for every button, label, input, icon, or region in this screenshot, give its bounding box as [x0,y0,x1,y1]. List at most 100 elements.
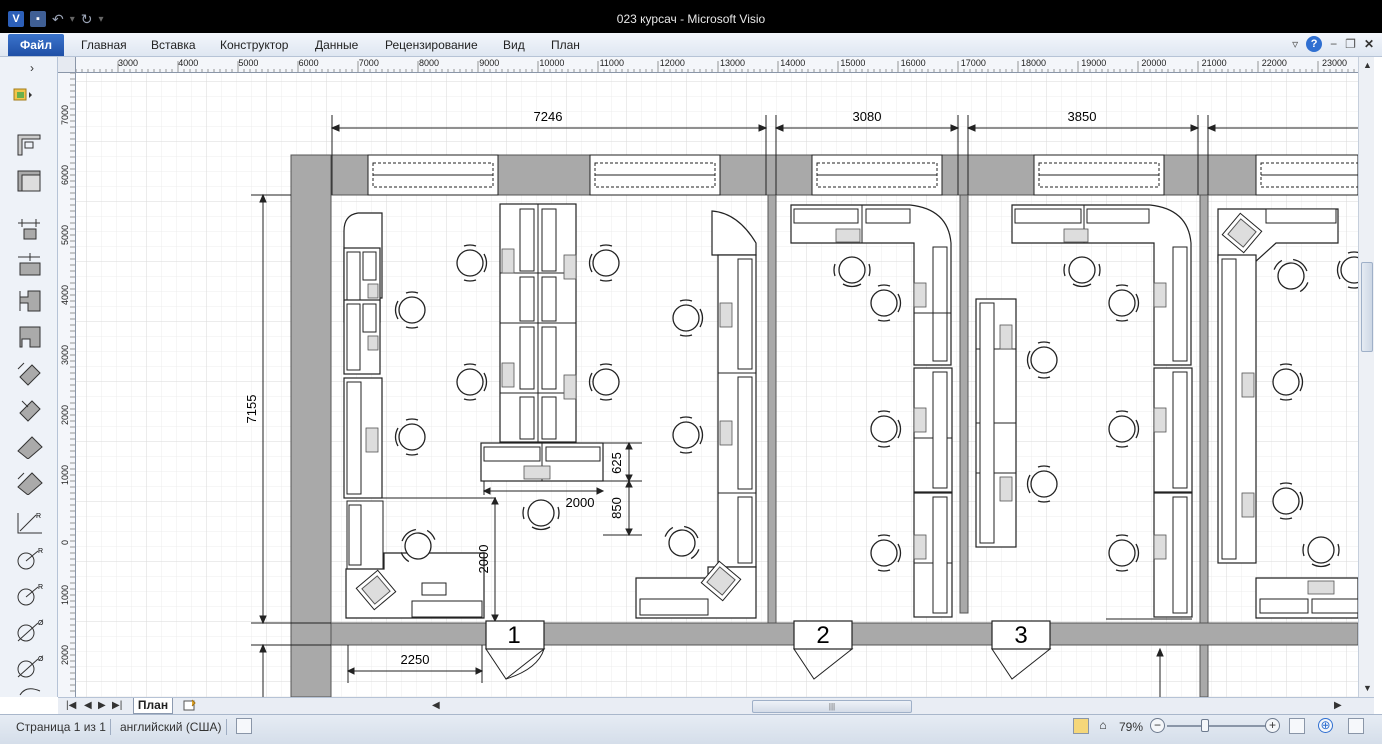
ruler-label: 21000 [1202,58,1227,68]
ruler-label: 11000 [600,58,624,68]
tab-plan[interactable]: План [551,38,580,52]
ruler-label: 3000 [60,345,70,365]
ruler-label: 1000 [60,585,70,605]
scroll-down-icon[interactable]: ▼ [1363,683,1372,693]
ruler-label: 3000 [118,58,138,68]
tab-design[interactable]: Конструктор [220,38,288,52]
vertical-scrollbar[interactable]: ▲ ▼ [1358,57,1374,697]
language-status[interactable]: английский (США) [120,720,221,734]
prev-page-icon[interactable]: ◀ [84,700,92,711]
zoom-slider-knob[interactable] [1201,719,1209,732]
title-bar: V ▪ ↶ ▾ ↻ ▾ 023 курсач - Microsoft Visio [0,0,1382,36]
scroll-right-icon[interactable]: ▶ [1334,700,1342,711]
svg-text:R: R [38,548,43,555]
angle-shape-4-icon[interactable] [14,467,46,495]
circle-radius-2-icon[interactable]: R [14,581,46,609]
zoom-level[interactable]: 79% [1119,720,1143,734]
room-number-3: 3 [1014,622,1027,649]
floor-plan-drawing: 7246 3080 3850 7155 625 850 2000 2000 22… [76,73,1358,697]
macro-record-icon[interactable] [236,718,252,734]
tab-page-plan[interactable]: План [133,698,173,714]
ruler-label: 2000 [60,645,70,665]
angle-shape-2-icon[interactable] [14,395,46,423]
svg-text:Ø: Ø [38,620,44,627]
dim-room1-width: 7246 [534,109,563,124]
ruler-label: 14000 [780,58,805,68]
expand-shapes-icon[interactable]: › [30,61,34,75]
dimension-vertical-icon[interactable] [14,251,46,279]
shapes-stencil-strip: › R R R Ø Ø [0,57,58,697]
tab-insert[interactable]: Вставка [151,38,196,52]
vertical-ruler-ticks: 7000 6000 5000 4000 3000 2000 1000 0 1000 2000 [60,73,75,692]
room-number-1: 1 [507,622,520,649]
scroll-left-icon[interactable]: ◀ [432,700,440,711]
radius-dimension-icon[interactable]: R [14,509,46,537]
dim-left-height: 7155 [244,395,259,424]
ruler-label: 22000 [1262,58,1287,68]
vertical-scroll-thumb[interactable] [1361,262,1373,352]
pan-zoom-icon[interactable]: ⊕ [1318,718,1333,733]
tab-view[interactable]: Вид [503,38,525,52]
insert-page-icon[interactable] [182,699,198,712]
scroll-up-icon[interactable]: ▲ [1363,60,1372,70]
zoom-in-button[interactable]: + [1265,718,1280,733]
restore-icon[interactable]: ❐ [1345,37,1356,51]
ruler-label: 16000 [901,58,926,68]
horizontal-ruler[interactable]: 3000 4000 5000 6000 7000 8000 9000 10000 11000 12… [76,57,1358,73]
svg-text:R: R [38,584,43,591]
svg-text:R: R [36,513,41,520]
fit-page-icon[interactable] [1289,718,1305,734]
ruler-label: 0 [60,540,70,545]
next-page-icon[interactable]: ▶ [98,700,106,711]
full-screen-view-icon[interactable] [1073,718,1089,734]
tab-home[interactable]: Главная [81,38,127,52]
circle-diameter-2-icon[interactable]: Ø [14,653,46,681]
horizontal-scrollbar[interactable]: ◀ ||| ▶ [428,700,1348,713]
horizontal-scroll-thumb[interactable]: ||| [752,700,912,713]
last-page-icon[interactable]: ▶| [112,700,122,711]
ribbon-minimize-icon[interactable]: ▿ [1292,37,1298,51]
page-tab-bar: |◀ ◀ ▶ ▶| План ◀ ||| ▶ [58,697,1374,714]
help-icon[interactable]: ? [1306,36,1323,52]
ruler-label: 18000 [1021,58,1046,68]
ruler-label: 4000 [60,285,70,305]
wall-shape-icon[interactable] [14,131,46,159]
ruler-label: 4000 [178,58,198,68]
dimension-shape-icon[interactable] [14,215,46,243]
close-icon[interactable]: ✕ [1364,37,1374,51]
circle-diameter-icon[interactable]: Ø [14,617,46,645]
arc-shape-icon[interactable] [14,685,46,697]
tab-review[interactable]: Рецензирование [385,38,478,52]
dim-room2-width: 3080 [853,109,882,124]
offset-shape-2-icon[interactable] [14,323,46,351]
offset-shape-icon[interactable] [14,287,46,315]
first-page-icon[interactable]: |◀ [66,700,76,711]
ruler-label: 10000 [539,58,564,68]
tab-data[interactable]: Данные [315,38,358,52]
page-number-status[interactable]: Страница 1 из 1 [16,720,106,734]
angle-shape-3-icon[interactable] [14,431,46,459]
presentation-mode-icon[interactable]: ⌂ [1095,718,1111,734]
circle-radius-icon[interactable]: R [14,545,46,573]
dim-aisle: 850 [609,497,624,519]
zoom-out-button[interactable]: − [1150,718,1165,733]
tab-file[interactable]: Файл [8,34,64,56]
ruler-label: 5000 [60,225,70,245]
switch-windows-icon[interactable] [1348,718,1364,734]
drawing-canvas[interactable]: 7246 3080 3850 7155 625 850 2000 2000 22… [76,73,1358,697]
minimize-icon[interactable]: − [1330,37,1337,51]
vertical-ruler[interactable]: 7000 6000 5000 4000 3000 2000 1000 0 1000 2000 [58,73,76,697]
angle-shape-icon[interactable] [14,359,46,387]
ruler-label: 6000 [299,58,319,68]
dim-desk-depth: 625 [609,452,624,474]
ruler-label: 1000 [60,465,70,485]
horizontal-ruler-ticks: 3000 4000 5000 6000 7000 8000 9000 10000 11000 12… [76,58,1355,72]
room-shape-icon[interactable] [14,167,46,195]
zoom-slider-track[interactable] [1167,725,1267,727]
ruler-label: 12000 [660,58,685,68]
ruler-label: 6000 [60,165,70,185]
dim-door-offset: 2000 [476,545,491,574]
dim-room3-width: 3850 [1068,109,1097,124]
ruler-label: 7000 [60,105,70,125]
stencil-drawer-icon[interactable] [12,85,34,105]
